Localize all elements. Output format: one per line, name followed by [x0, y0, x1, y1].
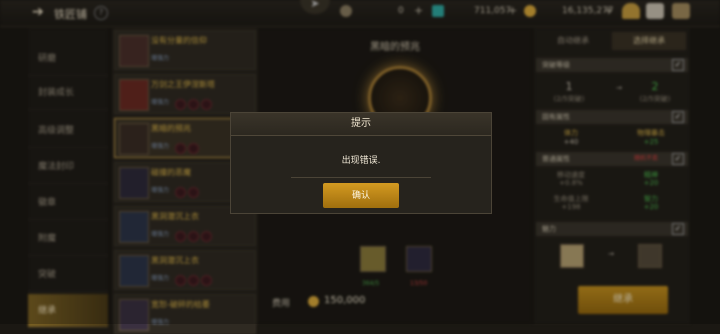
error-dialog: 提示 出现错误. 确认: [230, 112, 492, 214]
divider: [291, 177, 431, 178]
dialog-title: 提示: [231, 113, 491, 136]
confirm-button[interactable]: 确认: [323, 183, 399, 208]
dialog-message: 出现错误.: [341, 156, 381, 166]
